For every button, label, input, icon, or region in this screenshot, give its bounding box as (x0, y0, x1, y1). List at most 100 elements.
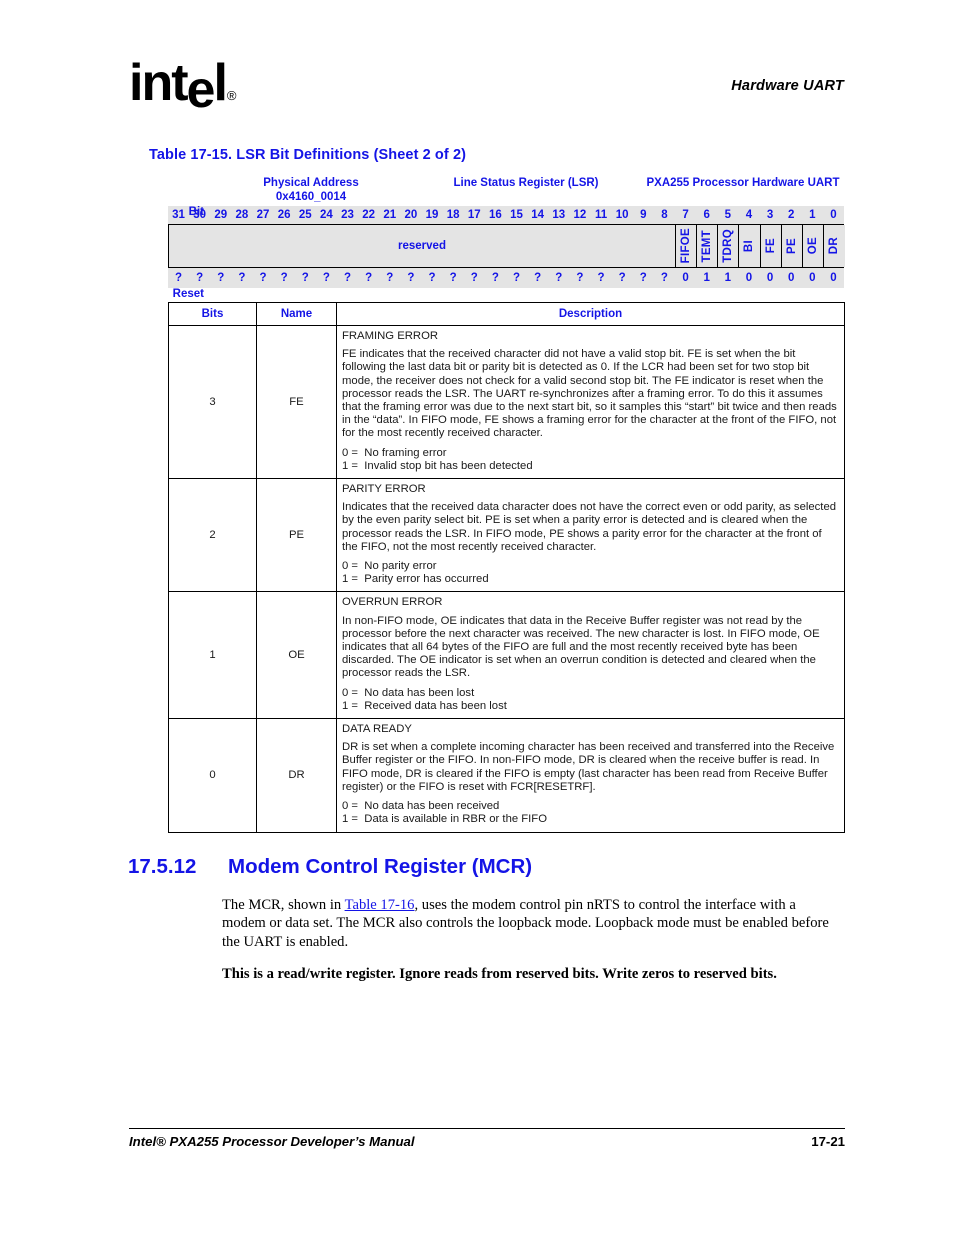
reset-value-bit-19: ? (428, 272, 436, 284)
cell-bits-pe: 2 (168, 478, 257, 593)
cell-bits-oe: 1 (168, 591, 257, 720)
bit-field-fe: FE (760, 225, 782, 267)
description-title: OVERRUN ERROR (342, 596, 443, 609)
bit-number-18: 18 (446, 209, 460, 221)
registered-trademark-icon: ® (226, 88, 237, 103)
bit-field-bi-label: BI (743, 239, 756, 253)
description-body: Indicates that the received data charact… (342, 501, 837, 553)
bit-number-row: 31 30 29 28 27 26 25 24 23 22 21 20 19 18 17 16 15 14 13 12… (168, 206, 844, 224)
bit-number-5: 5 (724, 209, 732, 221)
description-body: FE indicates that the received character… (342, 348, 837, 440)
reset-value-bit-31: ? (175, 272, 183, 284)
bit-number-29: 29 (214, 209, 228, 221)
bit-number-7: 7 (682, 209, 689, 221)
reset-value-bit-5: 1 (724, 272, 732, 284)
bit-number-4: 4 (745, 209, 753, 221)
column-header-bits: Bits (168, 302, 257, 326)
enum-value-0: 0 = No framing error (342, 446, 447, 459)
reset-value-bit-29: ? (217, 272, 225, 284)
bit-number-15: 15 (510, 209, 523, 221)
bit-number-22: 22 (362, 209, 376, 221)
section-title: Modem Control Register (MCR) (228, 855, 533, 878)
bit-field-fifoe: FIFOE (676, 225, 698, 267)
reset-value-bit-2: 0 (787, 272, 795, 284)
reset-value-bit-3: 0 (766, 272, 774, 284)
physical-address-value: 0x4160_0014 (275, 191, 347, 203)
description-enumeration: 0 = No data has been lost 1 = Received da… (342, 687, 839, 713)
enum-value-1: 1 = Parity error has occurred (342, 573, 489, 586)
bit-field-row: reserved FIFOE TEMT TDRQ BI FE PE OE DR (168, 224, 845, 268)
bit-number-3: 3 (766, 209, 774, 221)
bit-field-oe: OE (802, 225, 824, 267)
column-header-description: Description (336, 302, 845, 326)
physical-address-title: Physical Address (263, 177, 359, 189)
reset-value-bit-0: 0 (830, 272, 837, 284)
footer-manual-title: Intel® PXA255 Processor Developer’s Manu… (129, 1134, 415, 1149)
reset-value-bit-14: ? (534, 272, 542, 284)
bit-number-21: 21 (383, 209, 397, 221)
description-title: FRAMING ERROR (342, 330, 439, 342)
bit-field-pe: PE (781, 225, 803, 267)
running-header-title: Hardware UART (731, 78, 844, 94)
reset-value-bit-27: ? (259, 272, 267, 284)
reset-value-bit-16: ? (491, 272, 499, 284)
bit-number-6: 6 (703, 209, 710, 221)
table-row: 2 PE PARITY ERROR Indicates that the receiv… (168, 478, 845, 593)
column-header-name: Name (256, 302, 337, 326)
reset-value-bit-23: ? (344, 272, 352, 284)
reset-value-bit-6: 1 (703, 272, 710, 284)
bit-field-pe-label: PE (785, 238, 798, 254)
reset-value-bit-1: 0 (809, 272, 816, 284)
bit-field-fifoe-label: FIFOE (680, 228, 693, 264)
reset-value-bit-10: ? (618, 272, 626, 284)
bit-number-0: 0 (830, 209, 837, 221)
description-title: DATA READY (342, 723, 412, 736)
reset-value-bit-11: ? (597, 272, 605, 284)
reset-value-bit-21: ? (386, 272, 394, 284)
bit-number-9: 9 (640, 209, 647, 221)
cell-bits-fe: 3 (168, 324, 257, 480)
section-body-text-1: The MCR, shown in (222, 897, 345, 913)
bit-number-14: 14 (531, 209, 545, 221)
bit-number-16: 16 (489, 209, 502, 221)
bit-field-temt: TEMT (697, 225, 719, 267)
section-number: 17.5.12 (128, 855, 197, 878)
table-header-row: Bits Name Description (168, 302, 845, 326)
bit-field-bi: BI (739, 225, 761, 267)
bit-number-24: 24 (320, 209, 333, 221)
bit-number-26: 26 (277, 209, 291, 221)
bit-number-13: 13 (552, 209, 566, 221)
reset-value-bit-24: ? (322, 272, 330, 284)
enum-value-1: 1 = Invalid stop bit has been detected (342, 459, 533, 472)
bit-number-17: 17 (467, 209, 481, 221)
enum-value-0: 0 = No data has been received (342, 800, 500, 813)
bit-definitions-body: 3 FE FRAMING ERROR FE indicates that the re… (168, 324, 845, 833)
reset-value-bit-12: ? (576, 272, 584, 284)
table-row: 1 OE OVERRUN ERROR In non-FIFO mode, OE ind… (168, 591, 845, 720)
cell-bits-dr: 0 (168, 718, 257, 833)
enum-value-1: 1 = Received data has been lost (342, 699, 507, 712)
reset-value-bit-7: 0 (682, 272, 689, 284)
physical-address-label: Physical Address 0x4160_0014 (221, 176, 401, 204)
bit-number-2: 2 (787, 209, 795, 221)
reset-value-bit-28: ? (238, 272, 246, 284)
cell-description-dr: DATA READY DR is set when a complete inco… (336, 718, 845, 833)
reset-value-bit-26: ? (280, 272, 288, 284)
section-heading: 17.5.12 Modem Control Register (MCR) (128, 855, 848, 879)
bit-field-tdrq: TDRQ (718, 225, 740, 267)
bit-row-label: Bit (188, 206, 204, 218)
footer-divider (129, 1128, 845, 1129)
bit-number-1: 1 (809, 209, 816, 221)
table-caption: Table 17-15. LSR Bit Definitions (Sheet … (149, 147, 467, 163)
reset-value-bit-17: ? (470, 272, 478, 284)
bit-field-reserved: reserved (169, 225, 676, 267)
description-body: In non-FIFO mode, OE indicates that data… (342, 614, 820, 680)
reset-value-bit-18: ? (449, 272, 457, 284)
reset-value-bit-30: ? (196, 272, 204, 284)
bit-field-dr-label: DR (828, 237, 841, 255)
register-unit-label: PXA255 Processor Hardware UART (646, 177, 840, 189)
table-17-16-crossref-link[interactable]: Table 17-16 (345, 897, 415, 913)
cell-description-pe: PARITY ERROR Indicates that the received … (336, 478, 845, 593)
reset-value-bit-20: ? (407, 272, 415, 284)
bit-number-10: 10 (615, 209, 629, 221)
